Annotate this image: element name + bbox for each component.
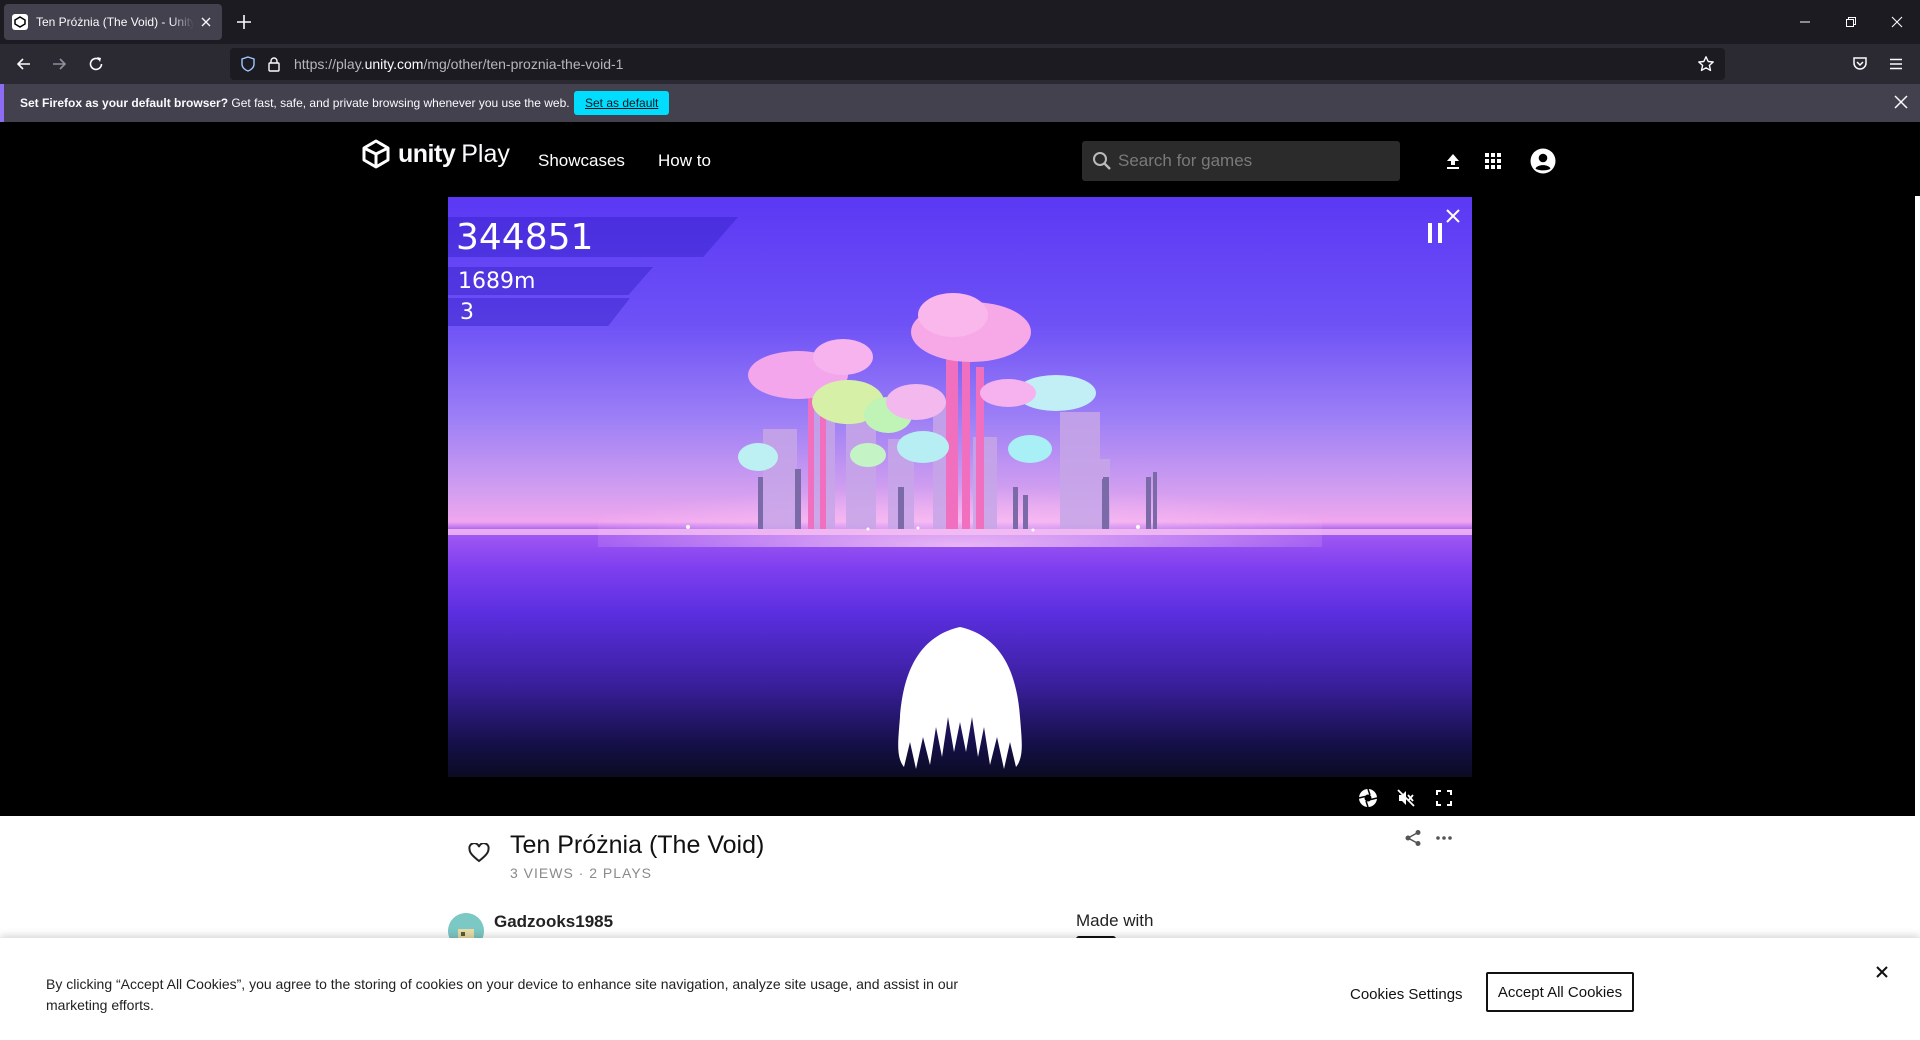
made-with-label: Made with (1076, 911, 1154, 930)
distance-value: 1689m (458, 269, 536, 294)
menu-hamburger-icon[interactable] (1884, 52, 1908, 76)
bookmark-star-icon[interactable] (1697, 55, 1715, 73)
more-options-icon[interactable] (1435, 829, 1453, 847)
mute-icon[interactable] (1394, 786, 1418, 810)
apps-grid-icon[interactable] (1480, 148, 1506, 174)
count-bar (448, 298, 630, 326)
cookies-settings-button[interactable]: Cookies Settings (1350, 986, 1463, 1003)
game-stats: 3 VIEWS · 2 PLAYS (510, 865, 653, 881)
minimize-icon[interactable] (1782, 0, 1828, 44)
tab-close-icon[interactable] (198, 14, 214, 30)
cookie-message: By clicking “Accept All Cookies”, you ag… (46, 976, 959, 1013)
nav-how-to[interactable]: How to (658, 151, 711, 171)
set-as-default-button[interactable]: Set as default (574, 91, 670, 115)
logo-unity-text: unity (398, 139, 456, 168)
unity-play-logo[interactable]: unity Play (360, 138, 510, 170)
reload-icon[interactable] (84, 52, 108, 76)
author-name[interactable]: Gadzooks1985 (494, 912, 613, 932)
browser-tab[interactable]: Ten Próżnia (The Void) - Unity Play (4, 4, 222, 40)
site-header: unity Play Showcases How to (0, 122, 1920, 196)
notification-close-icon[interactable] (1894, 95, 1908, 109)
page-scrollbar[interactable] (1915, 196, 1920, 816)
game-canvas[interactable]: 344851 1689m 3 (448, 197, 1472, 777)
heart-icon[interactable] (468, 843, 490, 863)
unity-favicon-icon (12, 14, 28, 30)
game-close-icon[interactable] (1446, 209, 1460, 223)
fullscreen-icon[interactable] (1432, 786, 1456, 810)
upload-icon[interactable] (1440, 148, 1466, 174)
accept-all-cookies-button[interactable]: Accept All Cookies (1486, 972, 1634, 1012)
logo-play-text: Play (461, 139, 510, 168)
search-icon (1093, 152, 1111, 170)
unity-cube-icon (362, 139, 390, 169)
address-bar[interactable]: https://play.unity.com/mg/other/ten-proz… (230, 48, 1725, 80)
tab-strip: Ten Próżnia (The Void) - Unity Play (0, 0, 1920, 44)
restore-icon[interactable] (1828, 0, 1874, 44)
account-icon[interactable] (1530, 148, 1556, 174)
share-icon[interactable] (1404, 829, 1422, 847)
pause-icon[interactable] (1428, 223, 1442, 243)
lock-icon[interactable] (266, 56, 282, 72)
cookie-close-icon[interactable] (1876, 966, 1888, 978)
default-browser-notification: Set Firefox as your default browser? Get… (0, 84, 1920, 122)
game-title: Ten Próżnia (The Void) (510, 831, 765, 859)
close-window-icon[interactable] (1874, 0, 1920, 44)
notification-text: Get fast, safe, and private browsing whe… (228, 96, 570, 110)
screenshot-icon[interactable] (1356, 786, 1380, 810)
tracking-shield-icon[interactable] (240, 56, 256, 72)
url-prefix: https://play. (294, 56, 365, 72)
navigation-toolbar: https://play.unity.com/mg/other/ten-proz… (0, 44, 1920, 84)
new-tab-icon[interactable] (234, 12, 254, 32)
notification-message: Set Firefox as your default browser? Get… (20, 96, 570, 110)
back-arrow-icon[interactable] (12, 52, 36, 76)
url-path: /mg/other/ten-proznia-the-void-1 (423, 56, 624, 72)
nav-showcases[interactable]: Showcases (538, 151, 625, 171)
game-player: 344851 1689m 3 (0, 196, 1920, 816)
count-value: 3 (460, 300, 474, 325)
url-text[interactable]: https://play.unity.com/mg/other/ten-proz… (294, 56, 623, 72)
cookie-banner: By clicking “Accept All Cookies”, you ag… (0, 938, 1920, 1040)
forward-arrow-icon[interactable] (47, 52, 71, 76)
url-domain: unity.com (364, 56, 424, 72)
tab-title: Ten Próżnia (The Void) - Unity Play (36, 15, 194, 29)
search-box[interactable] (1082, 141, 1400, 181)
search-input[interactable] (1118, 141, 1393, 181)
pocket-icon[interactable] (1848, 52, 1872, 76)
score-value: 344851 (456, 217, 594, 258)
notification-bold-text: Set Firefox as your default browser? (20, 96, 229, 110)
